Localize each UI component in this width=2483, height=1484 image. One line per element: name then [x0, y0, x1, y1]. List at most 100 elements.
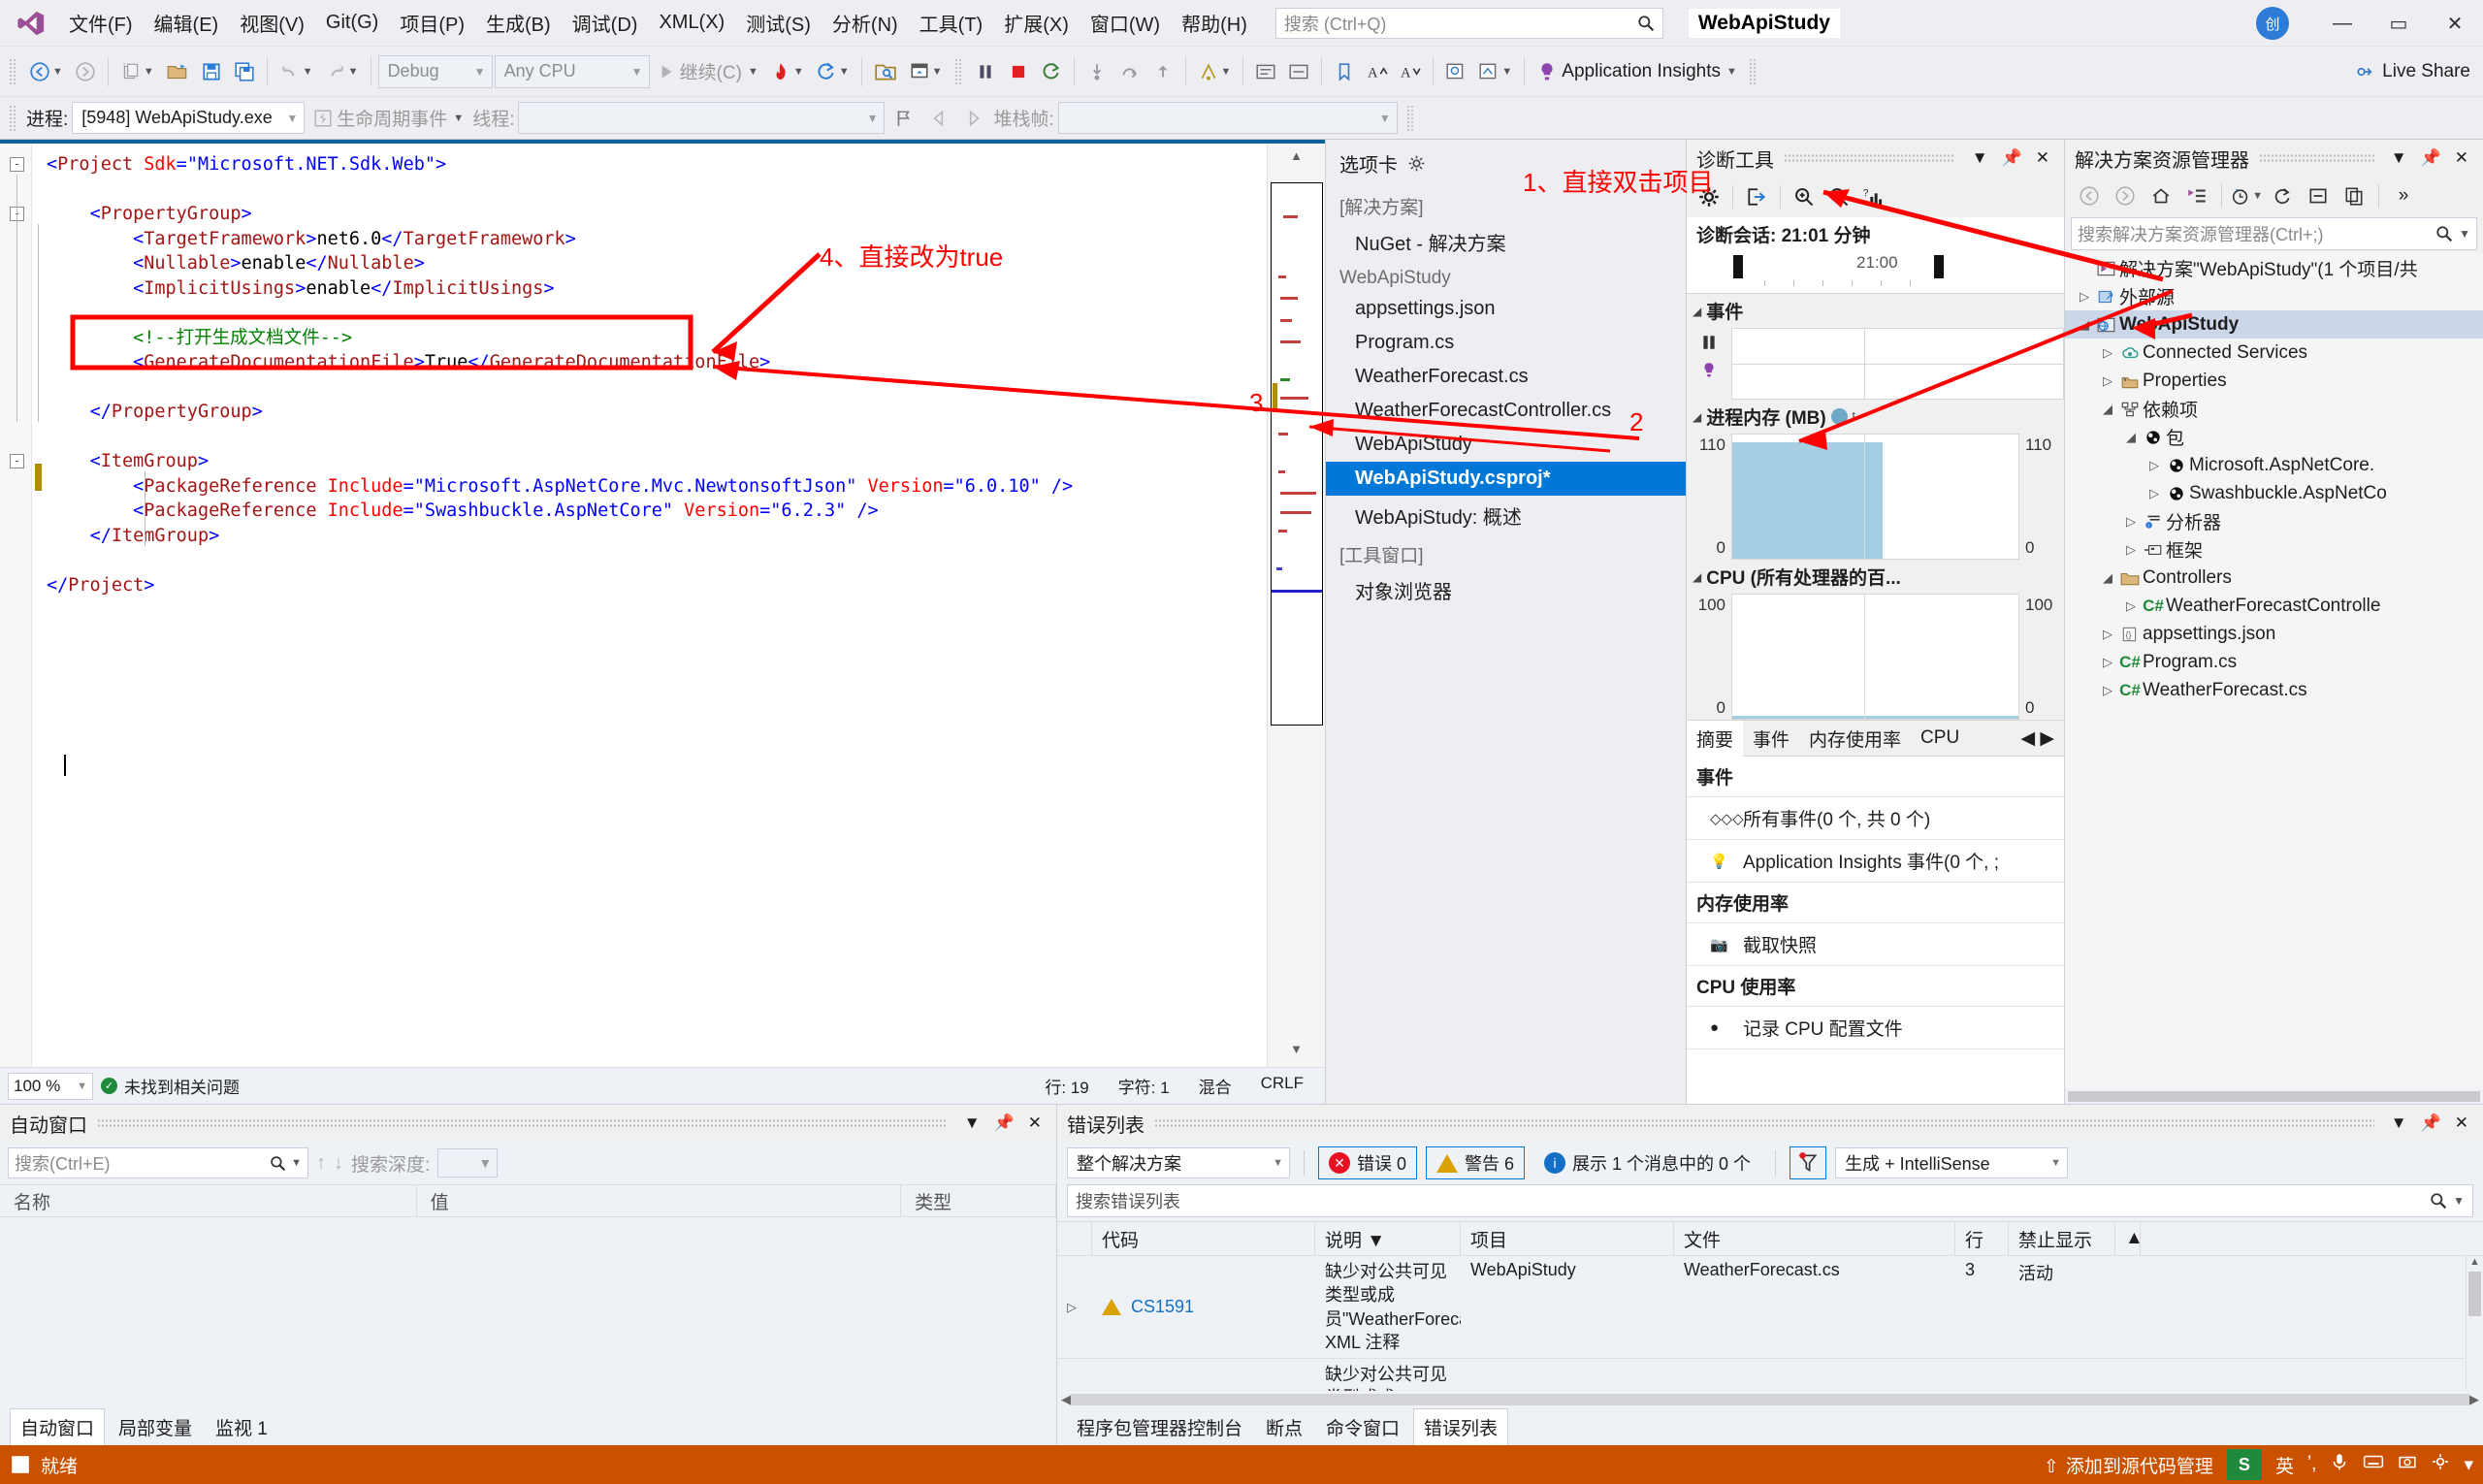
restart-button[interactable]: ▼	[811, 53, 855, 90]
error-grid-header[interactable]: 代码说明 ▼项目文件行禁止显示▲	[1057, 1221, 2483, 1256]
tab-switcher-list[interactable]: [解决方案]NuGet - 解决方案WebApiStudyappsettings…	[1326, 187, 1686, 610]
tree-node[interactable]: ▷{}appsettings.json	[2065, 620, 2483, 648]
menu-item-11[interactable]: 扩展(X)	[993, 3, 1080, 43]
chevron-down-icon[interactable]: ▼	[2459, 227, 2470, 241]
error-column-header[interactable]	[1057, 1222, 1092, 1255]
zoom-level-combo[interactable]: 100 % ▼	[8, 1073, 93, 1100]
restart-debug-button[interactable]	[1036, 53, 1067, 90]
error-column-header[interactable]: 禁止显示	[2009, 1222, 2115, 1255]
error-column-header[interactable]: 项目	[1461, 1222, 1674, 1255]
stack-frame-combo[interactable]: ▼	[1058, 102, 1398, 134]
pane-menu-icon[interactable]: ▼	[2384, 1113, 2414, 1133]
events-section-header[interactable]: ◢ 事件	[1687, 294, 2064, 328]
diagnostic-tab-1[interactable]: 事件	[1743, 721, 1799, 757]
expander-icon[interactable]: ◢	[2098, 570, 2117, 586]
tree-node[interactable]: ▷框架	[2065, 535, 2483, 564]
tree-node[interactable]: ▷Swashbuckle.AspNetCo	[2065, 479, 2483, 507]
tree-node[interactable]: ▷Connected Services	[2065, 339, 2483, 367]
warnings-filter-toggle[interactable]: 警告 6	[1426, 1146, 1525, 1179]
tab-switcher-item[interactable]: WebApiStudy	[1326, 428, 1686, 462]
summary-row[interactable]: ◇◇◇所有事件(0 个, 共 0 个)	[1687, 797, 2064, 840]
save-all-button[interactable]	[229, 53, 260, 90]
toolbar-grip-2[interactable]	[954, 58, 963, 85]
menu-item-9[interactable]: 分析(N)	[822, 3, 909, 43]
tab-switcher-item[interactable]: appsettings.json	[1326, 292, 1686, 326]
debug-target-button[interactable]: ▼	[1193, 53, 1237, 90]
minimize-button[interactable]: —	[2314, 0, 2370, 47]
summary-row[interactable]: 💡Application Insights 事件(0 个, ;	[1687, 840, 2064, 883]
pane-menu-icon[interactable]: ▼	[1965, 148, 1995, 168]
show-diagnostic-tools-button[interactable]	[869, 53, 902, 90]
find-in-files-button[interactable]	[1440, 53, 1471, 90]
window-layout-button[interactable]: ▼	[904, 53, 948, 90]
pane-menu-icon[interactable]: ▼	[957, 1113, 987, 1133]
expander-icon[interactable]: ▷	[2121, 542, 2141, 558]
scroll-up-arrow[interactable]: ▲	[1290, 144, 1303, 168]
summary-row[interactable]: ●记录 CPU 配置文件	[1687, 1007, 2064, 1049]
expander-icon[interactable]: ▷	[2075, 289, 2094, 305]
keyboard-icon[interactable]	[2363, 1452, 2384, 1477]
error-code-cell[interactable]	[1092, 1359, 1315, 1391]
diagnostic-tab-3[interactable]: CPU	[1911, 723, 1969, 754]
toolbar-overflow-icon[interactable]: »	[2387, 181, 2420, 210]
tab-switcher-item[interactable]: WebApiStudy.csproj*	[1326, 462, 1686, 496]
error-code-link[interactable]: CS1591	[1131, 1297, 1194, 1317]
error-list-tabbar[interactable]: 程序包管理器控制台断点命令窗口错误列表	[1057, 1408, 2483, 1445]
gear-icon[interactable]	[1407, 154, 1426, 173]
zoom-in-icon[interactable]	[1788, 181, 1821, 212]
toolbar-grip-3[interactable]	[1749, 58, 1757, 85]
autos-column-header[interactable]: 类型	[901, 1185, 1056, 1216]
refresh-icon[interactable]	[2266, 181, 2299, 210]
application-insights-button[interactable]: Application Insights ▼	[1532, 53, 1742, 90]
debug-toolbar-grip-2[interactable]	[1406, 105, 1415, 132]
expander-icon[interactable]: ▷	[2098, 655, 2117, 670]
table-row[interactable]: 缺少对公共可见类型或成员"WeatherF	[1057, 1359, 2483, 1391]
error-hscrollbar[interactable]: ◀ ▶	[1057, 1391, 2483, 1408]
expander-icon[interactable]: ◢	[2098, 402, 2117, 417]
step-into-button[interactable]	[1081, 53, 1113, 90]
main-menu[interactable]: 文件(F)编辑(E)视图(V)Git(G)项目(P)生成(B)调试(D)XML(…	[58, 3, 1258, 43]
error-list-tab-1[interactable]: 断点	[1256, 1409, 1312, 1445]
step-out-button[interactable]	[1147, 53, 1178, 90]
comment-button[interactable]	[1250, 53, 1281, 90]
collapse-all-icon[interactable]	[2302, 181, 2335, 210]
error-search-input[interactable]: 搜索错误列表 ▼	[1067, 1184, 2473, 1217]
bookmark-button[interactable]	[1329, 53, 1360, 90]
back-icon[interactable]	[2073, 181, 2106, 210]
tree-node[interactable]: ▷i分析器	[2065, 507, 2483, 535]
tab-switcher-item[interactable]: NuGet - 解决方案	[1326, 222, 1686, 262]
tree-node[interactable]: ▷Microsoft.AspNetCore.	[2065, 451, 2483, 479]
expander-icon[interactable]: ◢	[2121, 430, 2141, 445]
microphone-icon[interactable]	[2330, 1452, 2349, 1477]
ime-mode-icon[interactable]: ʼ,	[2307, 1454, 2317, 1475]
zoom-out-icon[interactable]	[1822, 181, 1855, 212]
avatar[interactable]: 创	[2256, 7, 2289, 40]
pin-icon[interactable]: 📌	[2414, 148, 2448, 168]
switch-views-icon[interactable]	[2180, 181, 2213, 210]
diagnostic-tabs[interactable]: 摘要事件内存使用率CPU◀ ▶	[1687, 720, 2064, 757]
stop-debugging-button[interactable]	[1003, 53, 1034, 90]
error-column-header[interactable]: 说明 ▼	[1315, 1222, 1461, 1255]
menu-item-10[interactable]: 工具(T)	[909, 3, 994, 43]
tree-node[interactable]: 解决方案"WebApiStudy"(1 个项目/共	[2065, 254, 2483, 282]
live-share-button[interactable]: Live Share	[2350, 53, 2479, 90]
expander-icon[interactable]: ▷	[2121, 598, 2141, 614]
break-all-button[interactable]	[970, 53, 1001, 90]
build-filter-combo[interactable]: 生成 + IntelliSense ▼	[1835, 1147, 2068, 1178]
menu-item-6[interactable]: 调试(D)	[562, 3, 649, 43]
decrease-font-button[interactable]: A	[1395, 53, 1426, 90]
save-button[interactable]	[196, 53, 227, 90]
error-list-tab-3[interactable]: 错误列表	[1413, 1408, 1508, 1445]
screenshot-icon[interactable]	[2398, 1452, 2417, 1477]
drag-handle[interactable]	[2259, 153, 2374, 163]
sort-indicator-icon[interactable]: ▲	[2115, 1222, 2141, 1255]
code-health-indicator[interactable]: ✓ 未找到相关问题	[101, 1074, 240, 1098]
drag-handle[interactable]	[1154, 1118, 2374, 1128]
uncomment-button[interactable]	[1283, 53, 1314, 90]
forward-icon[interactable]	[2109, 181, 2142, 210]
solution-hscrollbar[interactable]	[2065, 1088, 2483, 1104]
autos-tab-0[interactable]: 自动窗口	[10, 1408, 105, 1445]
open-file-button[interactable]	[161, 53, 194, 90]
menu-item-4[interactable]: 项目(P)	[389, 3, 475, 43]
expander-icon[interactable]: ▷	[2098, 683, 2117, 698]
